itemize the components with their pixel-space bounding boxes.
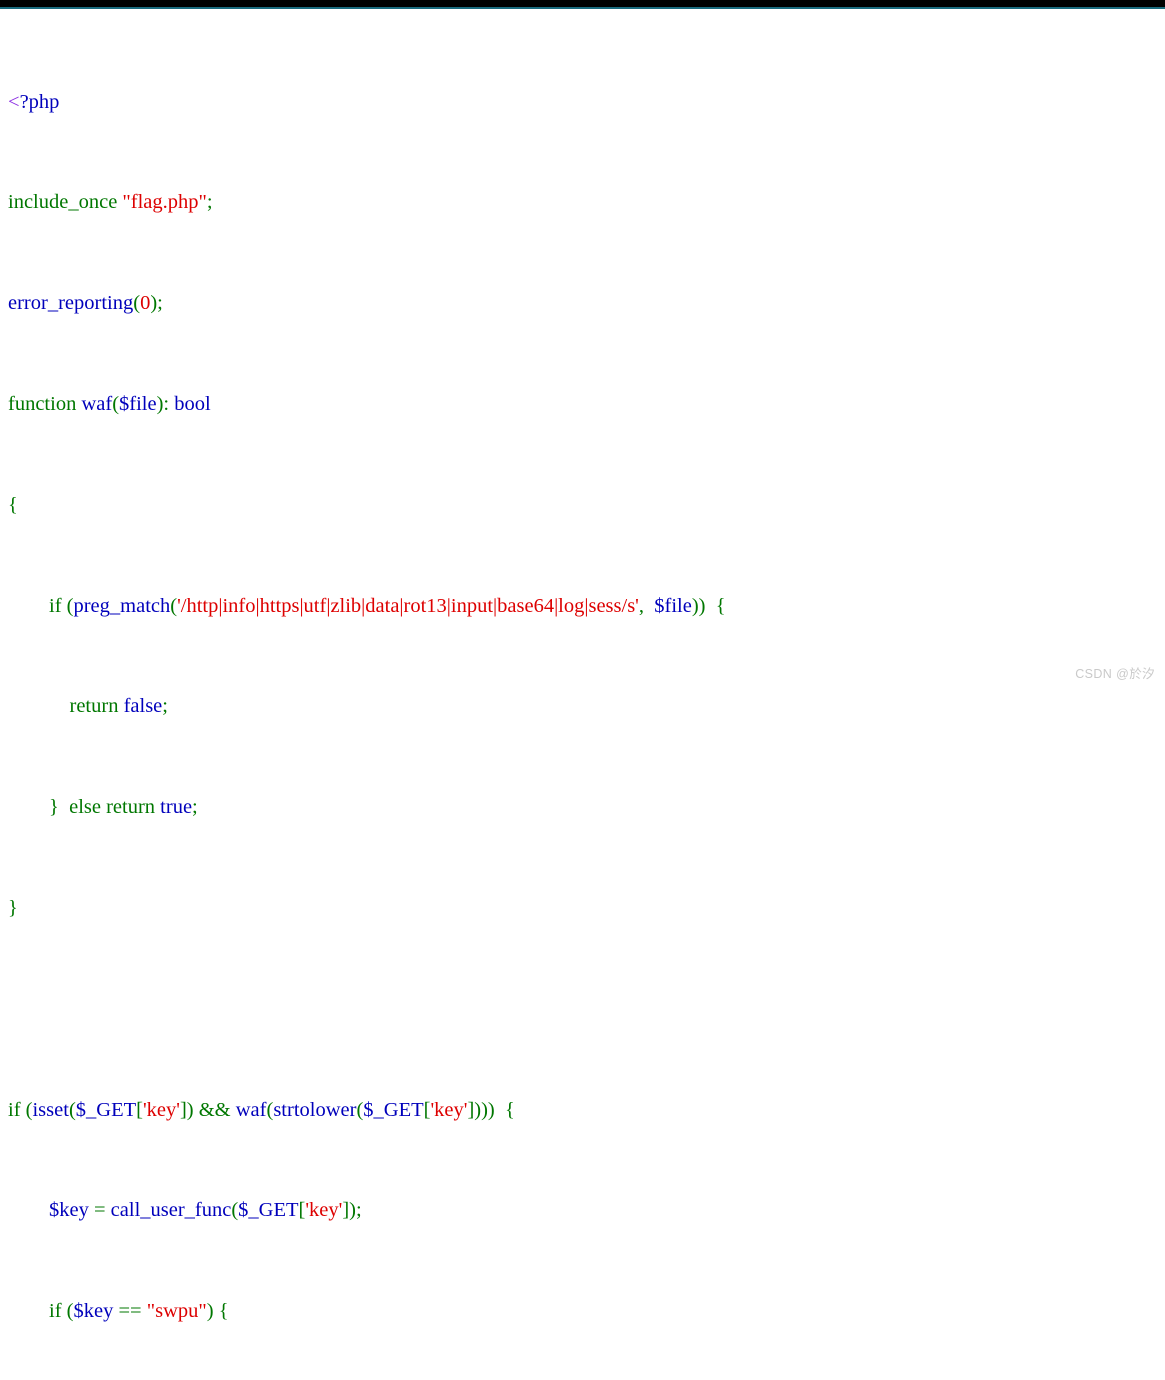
php-source-code-block: <?php include_once "flag.php"; error_rep… bbox=[8, 14, 1158, 1380]
code-line-1: <?php bbox=[8, 90, 1158, 115]
code-line-13: if ($key == "swpu") { bbox=[49, 1300, 229, 1323]
csdn-watermark: CSDN @於汐 bbox=[1075, 667, 1155, 681]
var-key-compare: $key bbox=[73, 1300, 114, 1323]
fn-isset: isset bbox=[32, 1098, 69, 1121]
fn-error-reporting: error_reporting bbox=[8, 292, 134, 315]
superglobal-get-2: $_GET bbox=[363, 1098, 424, 1121]
code-line-12: $key = call_user_func($_GET['key']); bbox=[49, 1199, 362, 1222]
kw-function: function bbox=[8, 393, 77, 415]
kw-return-false: return bbox=[69, 695, 119, 718]
superglobal-get-1: $_GET bbox=[75, 1098, 137, 1121]
php-open-tag: ?php bbox=[19, 90, 60, 113]
code-line-5: { bbox=[8, 493, 18, 516]
top-accent-bar bbox=[0, 7, 1165, 9]
var-file-arg: $file bbox=[654, 594, 692, 617]
top-black-bar bbox=[0, 0, 1165, 7]
code-line-10-blank bbox=[8, 997, 1158, 1022]
code-line-4: function waf($file): bool bbox=[8, 393, 211, 415]
superglobal-get-3: $_GET bbox=[238, 1199, 299, 1222]
kw-if-key: if bbox=[49, 1300, 62, 1323]
get-key-2: 'key' bbox=[430, 1098, 468, 1121]
code-line-6: if (preg_match('/http|info|https|utf|zli… bbox=[8, 594, 726, 617]
kw-if-main: if bbox=[8, 1098, 21, 1121]
string-swpu: "swpu" bbox=[146, 1300, 207, 1323]
string-flag-php: "flag.php" bbox=[122, 191, 207, 214]
code-line-7: return false; bbox=[69, 695, 168, 718]
fn-name-waf: waf bbox=[81, 393, 113, 415]
code-line-9: } bbox=[8, 896, 18, 919]
fn-call-user-func: call_user_func bbox=[110, 1199, 232, 1222]
param-file: $file bbox=[119, 393, 157, 415]
return-type-bool: bool bbox=[174, 393, 211, 415]
kw-return-true: return bbox=[106, 796, 156, 819]
code-line-3: error_reporting(0); bbox=[8, 292, 163, 315]
arg-zero: 0 bbox=[140, 292, 151, 315]
code-line-11: if (isset($_GET['key']) && waf(strtolowe… bbox=[8, 1098, 515, 1121]
fn-preg-match: preg_match bbox=[73, 594, 171, 617]
page-root: { "page": { "title": "PHP source code (h… bbox=[0, 0, 1165, 1322]
regex-pattern-string: '/http|info|https|utf|zlib|data|rot13|in… bbox=[177, 594, 639, 617]
kw-else: else bbox=[69, 796, 101, 819]
fn-strtolower: strtolower bbox=[273, 1098, 357, 1121]
get-key-3: 'key' bbox=[305, 1199, 343, 1222]
literal-false: false bbox=[123, 695, 163, 718]
call-waf: waf bbox=[235, 1098, 267, 1121]
php-open-angle: < bbox=[8, 90, 20, 113]
code-line-2: include_once "flag.php"; bbox=[8, 191, 213, 214]
code-line-8: } else return true; bbox=[8, 796, 198, 819]
kw-include-once: include_once bbox=[8, 191, 118, 214]
var-key-assign: $key bbox=[49, 1199, 89, 1222]
get-key-1: 'key' bbox=[142, 1098, 180, 1121]
literal-true: true bbox=[160, 796, 193, 819]
